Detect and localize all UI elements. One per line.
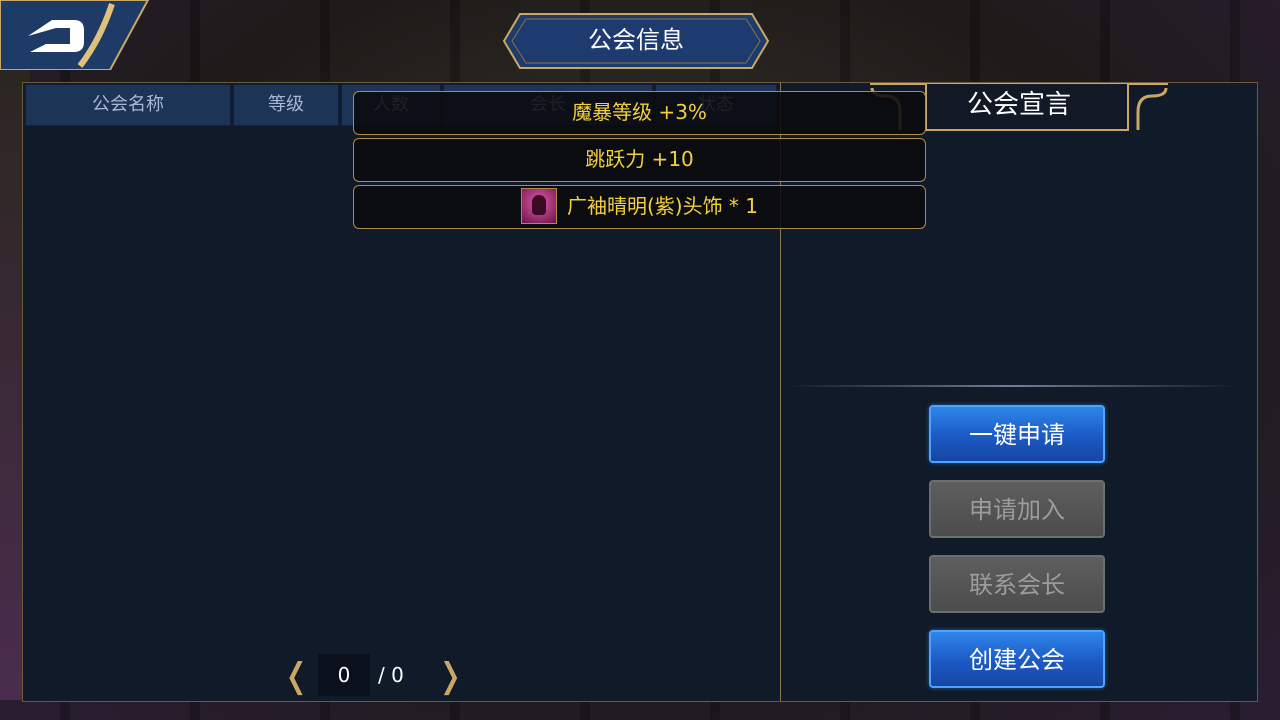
reward-text: 跳跃力 +10 (585, 147, 694, 171)
apply-join-button[interactable]: 申请加入 (929, 480, 1105, 538)
title-banner: 公会信息 (502, 12, 770, 70)
one-click-apply-button[interactable]: 一键申请 (929, 405, 1105, 463)
reward-row: 魔暴等级 +3% (353, 91, 926, 135)
page-title: 公会信息 (588, 26, 684, 54)
reward-text: 广袖晴明(紫)头饰 * 1 (566, 194, 759, 218)
column-header-guild-name[interactable]: 公会名称 (25, 84, 231, 126)
contact-leader-button[interactable]: 联系会长 (929, 555, 1105, 613)
column-header-level[interactable]: 等级 (233, 84, 339, 126)
total-pages: / 0 (378, 663, 404, 687)
reward-row: 跳跃力 +10 (353, 138, 926, 182)
back-arrow-icon (0, 0, 150, 70)
reward-text: 魔暴等级 +3% (572, 100, 707, 124)
reward-row: 广袖晴明(紫)头饰 * 1 (353, 185, 926, 229)
declaration-separator (785, 385, 1240, 387)
current-page: 0 (318, 654, 370, 696)
next-page-icon[interactable]: ❭ (436, 659, 465, 694)
headwear-item-icon (520, 187, 557, 224)
prev-page-icon[interactable]: ❬ (282, 659, 311, 694)
create-guild-button[interactable]: 创建公会 (929, 630, 1105, 688)
back-button[interactable] (0, 0, 150, 70)
